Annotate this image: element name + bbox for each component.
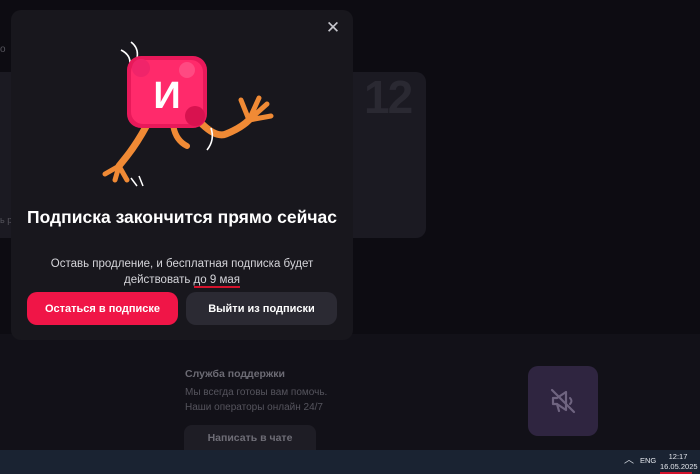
modal-description-prefix: действовать — [124, 273, 191, 286]
clock-time: 12:17 — [668, 452, 688, 461]
support-title: Служба поддержки — [185, 368, 285, 380]
background-card-number: 12 — [364, 71, 413, 123]
support-line-2: Наши операторы онлайн 24/7 — [185, 402, 323, 413]
stay-subscribed-button[interactable]: Остаться в подписке — [27, 292, 178, 325]
mascot-illustration: И — [102, 41, 274, 187]
modal-description: Оставь продление, и бесплатная подписка … — [11, 257, 353, 288]
subscription-modal: ✕ И Подписка закончится прямо сейчас Ост… — [11, 10, 353, 340]
subscription-end-date: до 9 мая — [193, 273, 240, 288]
leave-subscription-button[interactable]: Выйти из подписки — [186, 292, 337, 325]
support-description: Мы всегда готовы вам помочь. Наши операт… — [185, 385, 365, 415]
promo-tile[interactable] — [528, 366, 598, 436]
modal-title: Подписка закончится прямо сейчас — [27, 207, 337, 227]
background-edge-text: o — [0, 44, 6, 55]
megaphone-off-icon — [550, 388, 576, 414]
chevron-up-icon[interactable]: ︿ — [623, 455, 635, 467]
taskbar: ︿ ENG 12:17 16.05.2025 — [0, 450, 700, 474]
language-indicator[interactable]: ENG — [640, 456, 656, 465]
clock-date: 16.05.2025 — [660, 462, 698, 471]
screen: 12 o ь р Служба поддержки Мы всегда гото… — [0, 0, 700, 474]
mascot-letter: И — [153, 75, 180, 117]
close-icon[interactable]: ✕ — [325, 19, 341, 36]
modal-description-line-2: действовать до 9 мая — [11, 273, 353, 289]
support-line-1: Мы всегда готовы вам помочь. — [185, 387, 328, 398]
modal-description-line-1: Оставь продление, и бесплатная подписка … — [50, 258, 314, 270]
clock[interactable]: 12:17 16.05.2025 — [660, 452, 698, 472]
write-in-chat-button[interactable]: Написать в чате — [184, 425, 316, 451]
